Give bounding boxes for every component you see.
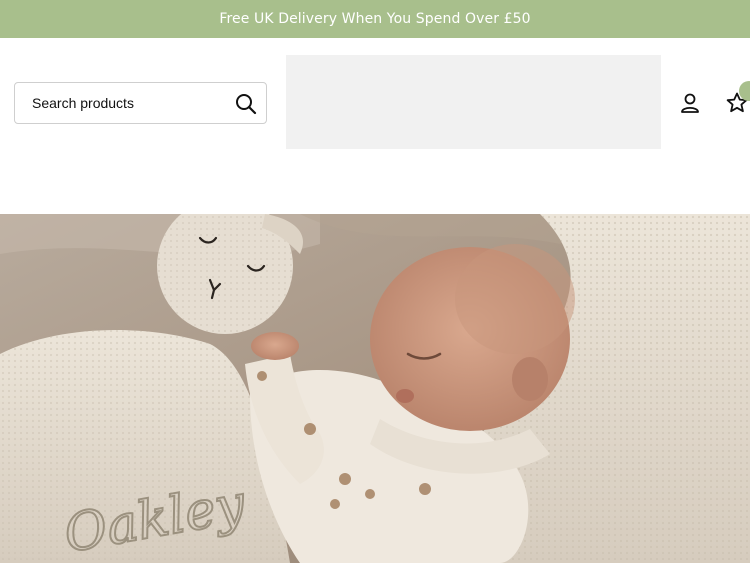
site-logo-placeholder[interactable] — [286, 55, 661, 149]
announcement-text: Free UK Delivery When You Spend Over £50 — [219, 11, 531, 27]
site-header — [0, 38, 750, 214]
search-input[interactable] — [32, 95, 227, 111]
hero-banner[interactable]: Oakley — [0, 214, 750, 563]
search-box[interactable] — [14, 82, 267, 124]
user-icon[interactable] — [679, 92, 701, 114]
search-icon[interactable] — [235, 93, 257, 115]
announcement-bar: Free UK Delivery When You Spend Over £50 — [0, 0, 750, 38]
hero-image: Oakley — [0, 214, 750, 563]
